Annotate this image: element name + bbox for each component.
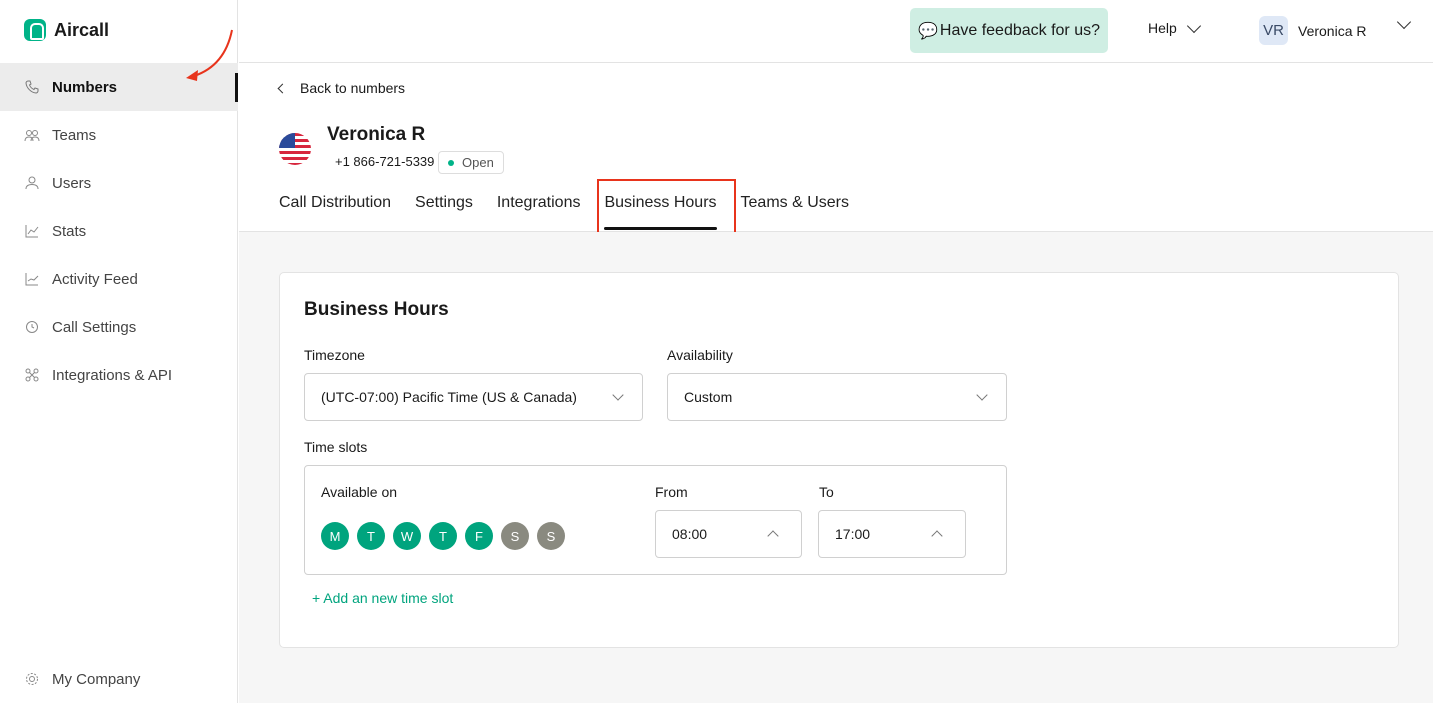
activity-icon xyxy=(24,271,40,287)
call-settings-icon xyxy=(24,319,40,335)
sidebar-nav: Numbers Teams Users Stats Activity Feed xyxy=(0,63,238,399)
sidebar-item-activity-feed[interactable]: Activity Feed xyxy=(0,255,238,303)
chevron-down-icon[interactable] xyxy=(1396,14,1412,30)
integrations-icon xyxy=(24,367,40,383)
from-time-select[interactable]: 08:00 xyxy=(655,510,802,558)
from-value: 08:00 xyxy=(672,526,708,542)
from-label: From xyxy=(655,484,688,500)
user-menu[interactable]: VR Veronica R xyxy=(1259,16,1366,45)
chevron-up-icon xyxy=(767,530,779,542)
day-selector: M T W T F S S xyxy=(321,522,565,550)
logo-text: Aircall xyxy=(54,19,110,40)
main-content: Business Hours Timezone (UTC-07:00) Paci… xyxy=(239,232,1433,703)
tab-settings[interactable]: Settings xyxy=(415,194,473,230)
availability-value: Custom xyxy=(684,389,733,405)
sidebar-item-label: Activity Feed xyxy=(52,270,138,288)
timezone-select[interactable]: (UTC-07:00) Pacific Time (US & Canada) xyxy=(304,373,643,421)
status-dot-icon xyxy=(448,159,454,166)
us-flag-icon xyxy=(279,133,311,165)
help-menu[interactable]: Help xyxy=(1148,18,1201,36)
chevron-down-icon xyxy=(612,389,624,401)
sidebar-bottom: My Company xyxy=(0,655,238,703)
aircall-logo[interactable]: Aircall xyxy=(24,19,109,41)
back-label: Back to numbers xyxy=(300,80,406,96)
availability-select[interactable]: Custom xyxy=(667,373,1007,421)
day-toggle-thursday[interactable]: T xyxy=(429,522,457,550)
to-time-select[interactable]: 17:00 xyxy=(818,510,966,558)
status-badge: Open xyxy=(438,151,504,174)
sidebar-item-call-settings[interactable]: Call Settings xyxy=(0,303,238,351)
phone-number: +1 866-721-5339 xyxy=(335,154,435,169)
tab-call-distribution[interactable]: Call Distribution xyxy=(279,194,391,230)
sidebar-item-label: Numbers xyxy=(52,78,118,96)
sidebar-item-label: Users xyxy=(52,174,92,192)
sidebar-item-label: Integrations & API xyxy=(52,366,173,384)
sidebar-item-numbers[interactable]: Numbers xyxy=(0,63,238,111)
sidebar-item-label: Call Settings xyxy=(52,318,137,336)
sidebar-item-label: Stats xyxy=(52,222,87,240)
speech-bubble-icon: 💬 xyxy=(917,22,938,40)
day-toggle-sunday[interactable]: S xyxy=(537,522,565,550)
add-time-slot-link[interactable]: + Add an new time slot xyxy=(312,590,453,606)
tab-bar: Call Distribution Settings Integrations … xyxy=(279,194,873,230)
day-toggle-tuesday[interactable]: T xyxy=(357,522,385,550)
tab-business-hours[interactable]: Business Hours xyxy=(604,194,717,230)
sidebar-item-users[interactable]: Users xyxy=(0,159,238,207)
day-toggle-friday[interactable]: F xyxy=(465,522,493,550)
sidebar-item-stats[interactable]: Stats xyxy=(0,207,238,255)
available-on-label: Available on xyxy=(321,484,398,500)
avatar: VR xyxy=(1259,16,1288,45)
day-toggle-wednesday[interactable]: W xyxy=(393,522,421,550)
sidebar-item-teams[interactable]: Teams xyxy=(0,111,238,159)
top-bar: 💬 Have feedback for us? Help VR Veronica… xyxy=(239,0,1433,63)
sidebar-item-my-company[interactable]: My Company xyxy=(0,655,238,703)
feedback-button[interactable]: 💬 Have feedback for us? xyxy=(910,8,1108,53)
time-slots-label: Time slots xyxy=(304,439,368,455)
business-hours-card: Business Hours Timezone (UTC-07:00) Paci… xyxy=(279,272,1399,648)
number-name: Veronica R xyxy=(327,124,426,145)
chevron-down-icon xyxy=(976,389,988,401)
sidebar: Aircall Numbers Teams Users Stats Activi… xyxy=(0,0,238,703)
feedback-label: Have feedback for us? xyxy=(939,21,1100,39)
user-name: Veronica R xyxy=(1298,22,1367,39)
time-slot: Available on M T W T F S S From 08:00 To… xyxy=(304,465,1007,575)
timezone-label: Timezone xyxy=(304,347,365,363)
gear-icon xyxy=(24,671,40,687)
to-label: To xyxy=(819,484,834,500)
stats-icon xyxy=(24,223,40,239)
number-header: Back to numbers Veronica R +1 866-721-53… xyxy=(239,64,1433,246)
user-icon xyxy=(24,175,40,191)
tab-integrations[interactable]: Integrations xyxy=(497,194,581,230)
card-title: Business Hours xyxy=(304,299,449,320)
aircall-logo-icon xyxy=(24,19,46,41)
phone-icon xyxy=(24,79,40,95)
sidebar-item-label: Teams xyxy=(52,126,97,144)
day-toggle-saturday[interactable]: S xyxy=(501,522,529,550)
timezone-value: (UTC-07:00) Pacific Time (US & Canada) xyxy=(321,389,577,405)
chevron-up-icon xyxy=(931,530,943,542)
help-label: Help xyxy=(1148,20,1177,36)
sidebar-item-integrations[interactable]: Integrations & API xyxy=(0,351,238,399)
availability-label: Availability xyxy=(667,347,733,363)
day-toggle-monday[interactable]: M xyxy=(321,522,349,550)
back-to-numbers-link[interactable]: Back to numbers xyxy=(277,80,406,96)
status-text: Open xyxy=(462,155,494,170)
sidebar-item-label: My Company xyxy=(52,670,141,688)
teams-icon xyxy=(24,127,40,143)
tab-teams-users[interactable]: Teams & Users xyxy=(741,194,849,230)
chevron-down-icon xyxy=(1186,18,1201,33)
to-value: 17:00 xyxy=(835,526,871,542)
chevron-left-icon xyxy=(277,83,288,93)
